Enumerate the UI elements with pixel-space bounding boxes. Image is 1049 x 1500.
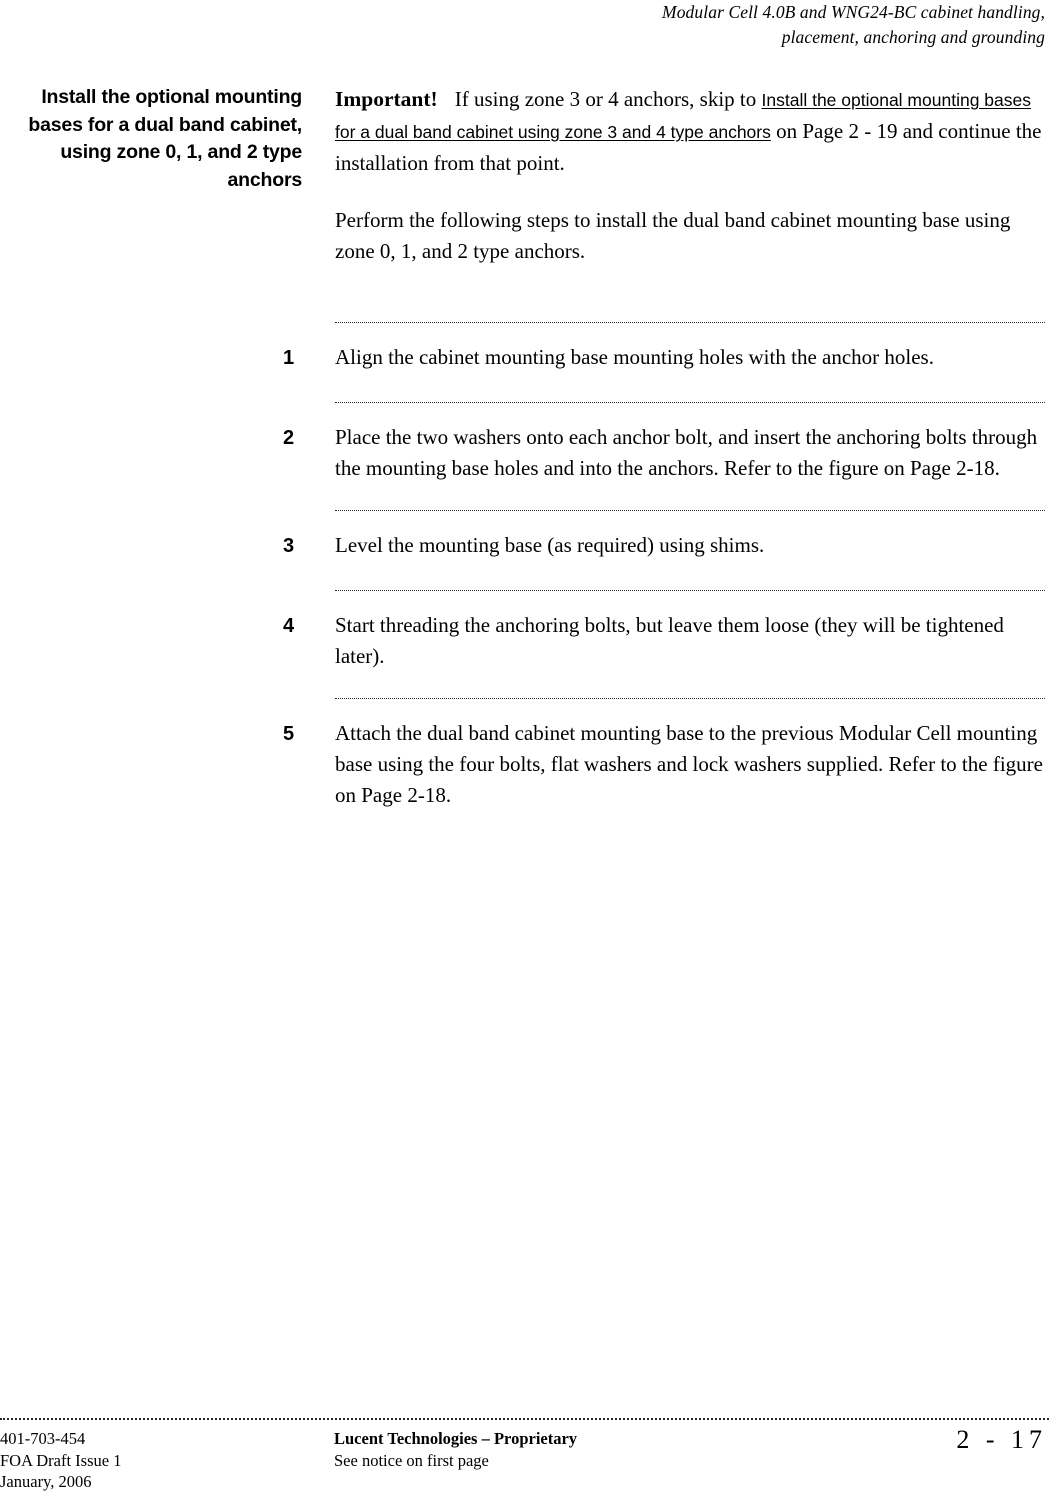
step-text: Start threading the anchoring bolts, but…: [335, 613, 1004, 668]
footer-proprietary-notice: Lucent Technologies – Proprietary See no…: [334, 1428, 754, 1471]
running-header-line-2: placement, anchoring and grounding: [781, 27, 1045, 47]
step-text: Level the mounting base (as required) us…: [335, 533, 765, 557]
page-footer: 401-703-454 FOA Draft Issue 1 January, 2…: [0, 1390, 1049, 1500]
step-item: 5 Attach the dual band cabinet mounting …: [0, 698, 1049, 837]
running-header-line-1: Modular Cell 4.0B and WNG24-BC cabinet h…: [662, 2, 1045, 22]
step-text: Align the cabinet mounting base mounting…: [335, 345, 934, 369]
section-margin-heading: Install the optional mounting bases for …: [28, 86, 302, 191]
footer-issue: FOA Draft Issue 1: [0, 1450, 122, 1470]
footer-columns: 401-703-454 FOA Draft Issue 1 January, 2…: [0, 1425, 1049, 1498]
step-row: 4 Start threading the anchoring bolts, b…: [0, 592, 1049, 698]
procedure-step-list: 1 Align the cabinet mounting base mounti…: [0, 322, 1049, 837]
step-number: 5: [283, 723, 295, 745]
step-text: Attach the dual band cabinet mounting ba…: [335, 721, 1043, 807]
footer-document-info: 401-703-454 FOA Draft Issue 1 January, 2…: [0, 1428, 320, 1493]
important-label: Important!: [335, 87, 438, 111]
step-number: 2: [283, 427, 295, 449]
important-text-before-link: If using zone 3 or 4 anchors, skip to: [454, 87, 762, 111]
footer-page-number: 2 - 17: [956, 1425, 1047, 1454]
step-row: 2 Place the two washers onto each anchor…: [0, 404, 1049, 510]
footer-notice-sub: See notice on first page: [334, 1450, 489, 1470]
step-number: 3: [283, 535, 295, 557]
step-text: Place the two washers onto each anchor b…: [335, 425, 1038, 480]
step-number: 4: [283, 615, 295, 637]
step-row: 5 Attach the dual band cabinet mounting …: [0, 700, 1049, 837]
intro-paragraph: Perform the following steps to install t…: [335, 208, 1011, 263]
step-item: 4 Start threading the anchoring bolts, b…: [0, 590, 1049, 698]
footer-doc-number: 401-703-454: [0, 1429, 86, 1448]
step-row: 1 Align the cabinet mounting base mounti…: [0, 324, 1049, 402]
step-item: 2 Place the two washers onto each anchor…: [0, 402, 1049, 510]
step-item: 3 Level the mounting base (as required) …: [0, 510, 1049, 590]
step-item: 1 Align the cabinet mounting base mounti…: [0, 322, 1049, 402]
footer-date: January, 2006: [0, 1472, 92, 1491]
content-column: Important! If using zone 3 or 4 anchors, …: [335, 84, 1047, 267]
running-header: Modular Cell 4.0B and WNG24-BC cabinet h…: [0, 0, 1045, 50]
footer-proprietary-title: Lucent Technologies – Proprietary: [334, 1429, 578, 1448]
footer-divider-rule: [0, 1418, 1049, 1421]
step-row: 3 Level the mounting base (as required) …: [0, 512, 1049, 590]
important-note: Important! If using zone 3 or 4 anchors, …: [335, 84, 1047, 179]
step-number: 1: [283, 347, 295, 369]
